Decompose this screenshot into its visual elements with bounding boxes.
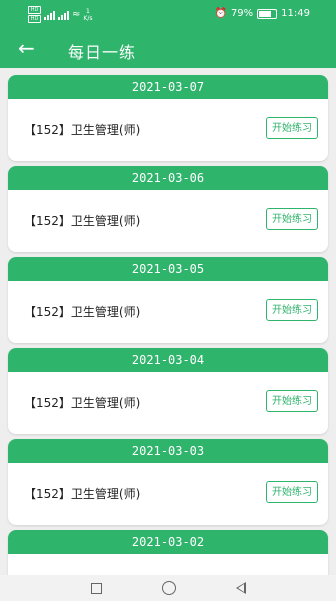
practice-card: 2021-03-04 【152】卫生管理(师) 开始练习	[8, 348, 328, 434]
start-practice-button[interactable]: 开始练习	[266, 299, 318, 321]
clock: 11:49	[281, 8, 310, 19]
sim-icons: HD HD	[28, 6, 41, 23]
start-practice-button[interactable]: 开始练习	[266, 117, 318, 139]
practice-card: 2021-03-07 【152】卫生管理(师) 开始练习	[8, 75, 328, 161]
card-date: 2021-03-07	[8, 75, 328, 99]
status-bar: HD HD ≈ 1 K/s ⏰ 79% 11:49	[0, 0, 336, 30]
network-speed: 1 K/s	[83, 8, 92, 22]
start-practice-button[interactable]: 开始练习	[266, 208, 318, 230]
home-icon[interactable]	[161, 581, 176, 595]
sim2-icon: HD	[28, 15, 41, 23]
recents-icon[interactable]	[90, 582, 102, 594]
speed-value: 1	[86, 7, 90, 15]
exam-name: 【152】卫生管理(师)	[24, 396, 141, 410]
exam-name: 【152】卫生管理(师)	[24, 123, 141, 137]
card-date: 2021-03-05	[8, 257, 328, 281]
exam-name: 【152】卫生管理(师)	[24, 487, 141, 501]
system-nav-bar	[0, 575, 336, 601]
practice-card: 2021-03-06 【152】卫生管理(师) 开始练习	[8, 166, 328, 252]
exam-name: 【152】卫生管理(师)	[24, 305, 141, 319]
practice-list[interactable]: 2021-03-07 【152】卫生管理(师) 开始练习 2021-03-06 …	[0, 68, 336, 575]
start-practice-button[interactable]: 开始练习	[266, 481, 318, 503]
exam-name: 【152】卫生管理(师)	[24, 214, 141, 228]
sim1-icon: HD	[28, 6, 41, 14]
card-date: 2021-03-03	[8, 439, 328, 463]
practice-card: 2021-03-03 【152】卫生管理(师) 开始练习	[8, 439, 328, 525]
practice-card: 2021-03-02	[8, 530, 328, 575]
wifi-icon: ≈	[72, 9, 81, 20]
back-arrow-icon[interactable]: ←	[18, 36, 35, 60]
card-date: 2021-03-02	[8, 530, 328, 554]
status-left: HD HD ≈ 1 K/s	[28, 6, 92, 23]
practice-card: 2021-03-05 【152】卫生管理(师) 开始练习	[8, 257, 328, 343]
battery-icon	[257, 8, 278, 19]
signal-1-icon	[44, 10, 55, 20]
app-bar: ← 每日一练	[0, 30, 336, 68]
battery-percent: 79%	[230, 8, 254, 19]
back-icon[interactable]	[235, 582, 246, 594]
signal-2-icon	[58, 10, 69, 20]
card-date: 2021-03-06	[8, 166, 328, 190]
alarm-icon: ⏰	[214, 8, 227, 19]
start-practice-button[interactable]: 开始练习	[266, 390, 318, 412]
status-right: ⏰ 79% 11:49	[214, 8, 310, 19]
card-date: 2021-03-04	[8, 348, 328, 372]
page-title: 每日一练	[68, 43, 137, 62]
speed-unit: K/s	[83, 14, 93, 22]
